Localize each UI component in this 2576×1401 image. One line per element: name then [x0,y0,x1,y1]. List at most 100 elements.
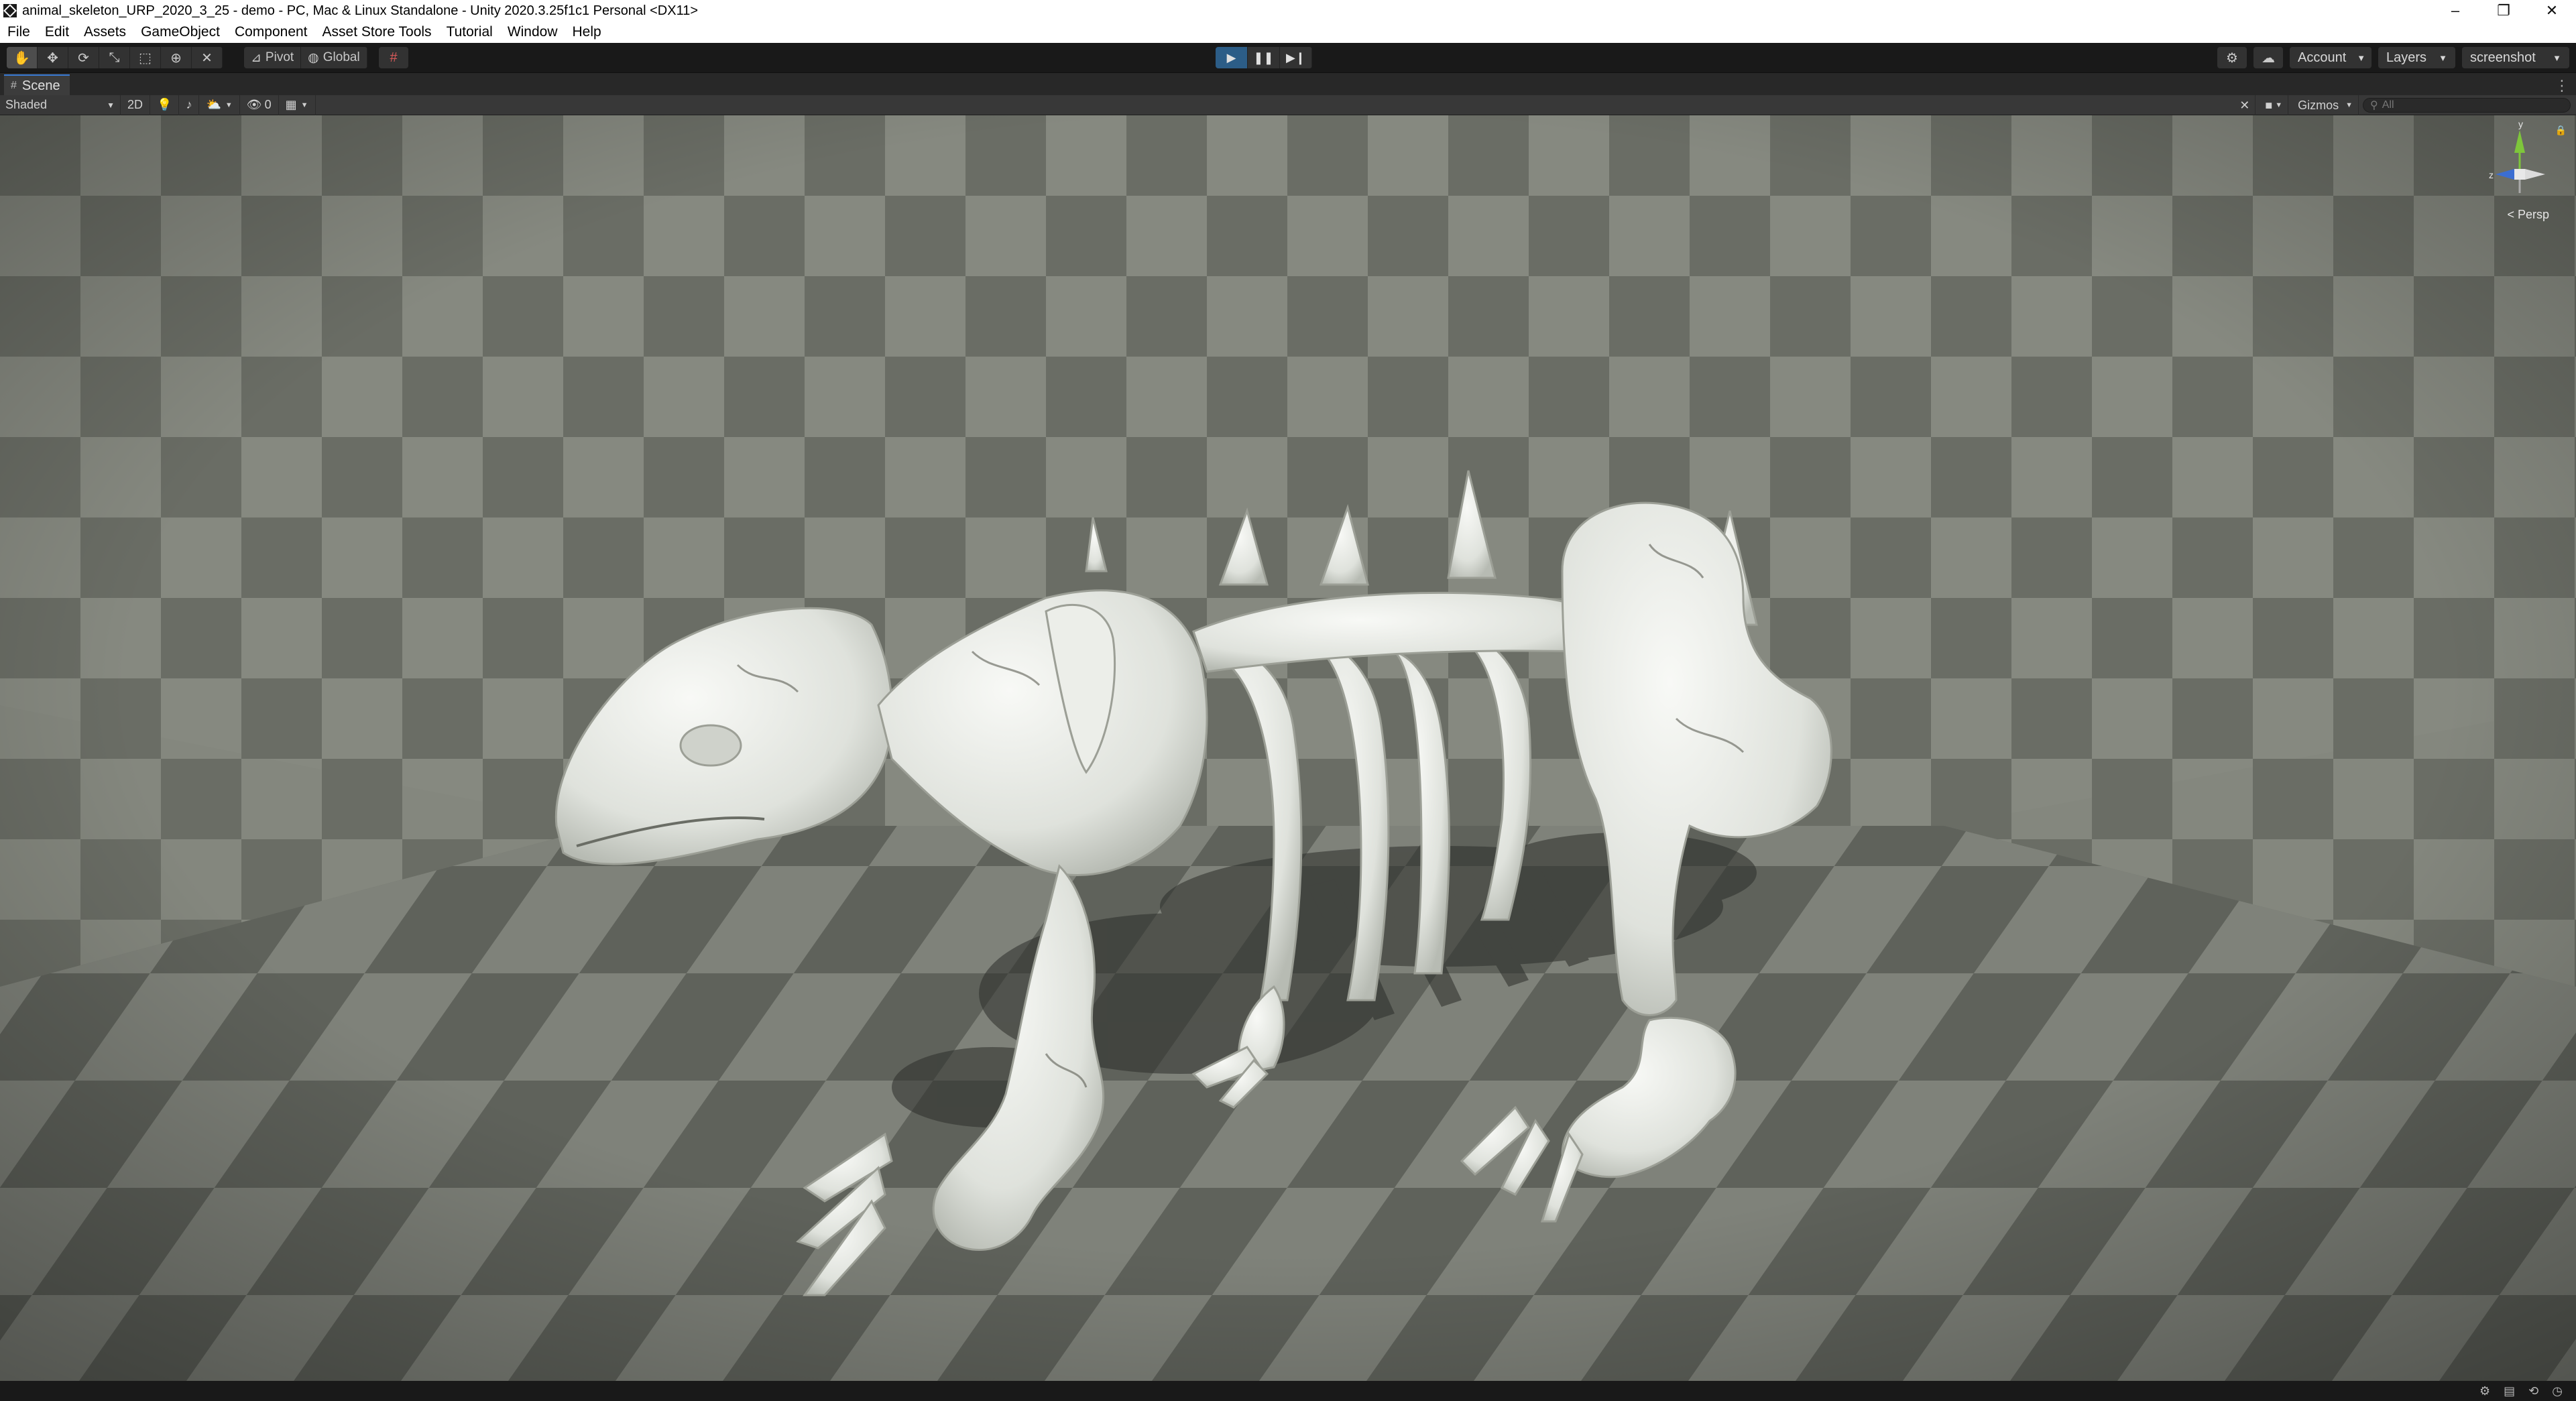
lighting-toggle[interactable]: 💡 [150,95,180,115]
transform-tool-icon: ⊕ [170,50,182,66]
collab-button[interactable]: ⚙ [2217,47,2247,68]
transform-tools: ✋ ✥ ⟳ ⤡ ⬚ ⊕ ✕ [7,47,223,68]
pivot-label: Pivot [265,50,294,64]
custom-tool-button[interactable]: ✕ [192,47,223,68]
play-button[interactable]: ▶ [1216,47,1248,68]
scene-render [0,115,2576,1381]
effects-dropdown[interactable]: ⛅ ▼ [199,95,240,115]
window-title: animal_skeleton_URP_2020_3_25 - demo - P… [22,3,699,18]
menu-help[interactable]: Help [565,24,609,40]
menu-edit[interactable]: Edit [38,24,76,40]
rect-tool-button[interactable]: ⬚ [130,47,161,68]
status-bar: ⚙ ▤ ⟲ ◷ [0,1381,2576,1401]
menu-assets[interactable]: Assets [76,24,133,40]
layers-dropdown[interactable]: Layers ▼ [2378,47,2455,68]
effects-icon: ⛅ [206,98,221,111]
cloud-icon: ☁ [2262,50,2275,66]
profiler-icon[interactable]: ▤ [2504,1384,2515,1398]
scene-viewport[interactable]: y z 🔒 < Persp [0,115,2576,1381]
account-label: Account [2298,50,2347,65]
chevron-down-icon: ▼ [2275,101,2283,109]
shading-mode-dropdown[interactable]: Shaded ▼ [0,95,121,115]
play-controls: ▶ ❚❚ ▶❙ [1216,47,1312,68]
tools-icon: ✕ [2239,98,2250,112]
menu-window[interactable]: Window [500,24,565,40]
search-placeholder: All [2382,99,2394,111]
chevron-down-icon: ▼ [107,100,115,110]
chevron-down-icon: ▼ [2345,101,2353,109]
minimize-button[interactable]: – [2431,0,2479,21]
scene-search-input[interactable]: ⚲ All [2363,98,2571,113]
gizmos-label: Gizmos [2298,98,2339,112]
rect-tool-icon: ⬚ [139,50,152,66]
tools-toggle[interactable]: ✕ [2234,95,2256,115]
hand-tool-icon: ✋ [13,50,30,66]
menu-gameobject[interactable]: GameObject [133,24,227,40]
cloud-button[interactable]: ☁ [2253,47,2283,68]
camera-icon: ■ [2265,98,2273,112]
menu-asset-store-tools[interactable]: Asset Store Tools [315,24,439,40]
main-toolbar: ✋ ✥ ⟳ ⤡ ⬚ ⊕ ✕ ⊿ Pivot ◍ Global # ▶ ❚❚ ▶❙ ⚙… [0,43,2576,72]
maximize-button[interactable]: ❐ [2479,0,2528,21]
global-toggle[interactable]: ◍ Global [301,47,367,68]
title-bar: animal_skeleton_URP_2020_3_25 - demo - P… [0,0,2576,21]
scene-view-toolbar: Shaded ▼ 2D 💡 ♪ ⛅ ▼ 👁 0 ▦ ▼ ✕ ■ ▼ Gizmos ▼ ⚲ … [0,95,2576,115]
pivot-toggles: ⊿ Pivot ◍ Global [244,47,367,68]
layers-label: Layers [2386,50,2427,65]
shading-mode-label: Shaded [5,98,48,111]
chevron-down-icon: ▼ [2439,52,2447,63]
window-controls: – ❐ ✕ [2431,0,2576,21]
hand-tool-button[interactable]: ✋ [7,47,38,68]
rotate-tool-icon: ⟳ [78,50,89,66]
tab-scene-label: Scene [21,78,60,93]
grid-icon: ▦ [285,98,297,111]
gizmo-z-label: z [2489,170,2494,180]
step-icon: ▶❙ [1286,50,1305,64]
menu-bar: File Edit Assets GameObject Component As… [0,21,2576,43]
hidden-objects-toggle[interactable]: 👁 0 [240,95,279,115]
2d-label: 2D [127,98,143,111]
layout-dropdown[interactable]: screenshot ▼ [2462,47,2569,68]
account-dropdown[interactable]: Account ▼ [2290,47,2372,68]
rotate-tool-button[interactable]: ⟳ [68,47,99,68]
panel-menu-icon[interactable]: ⋮ [2555,77,2569,95]
layout-label: screenshot [2470,50,2536,65]
chevron-down-icon: ▼ [2357,52,2366,63]
audio-toggle[interactable]: ♪ [179,95,200,115]
global-label: Global [323,50,360,64]
play-icon: ▶ [1226,50,1236,64]
pause-button[interactable]: ❚❚ [1248,47,1280,68]
menu-file[interactable]: File [0,24,38,40]
camera-dropdown[interactable]: ■ ▼ [2260,95,2289,115]
menu-tutorial[interactable]: Tutorial [439,24,500,40]
audio-icon: ♪ [186,98,192,111]
grid-snap-icon: # [390,50,398,65]
step-button[interactable]: ▶❙ [1280,47,1312,68]
search-icon: ⚲ [2370,100,2378,111]
grid-dropdown[interactable]: ▦ ▼ [279,95,316,115]
debug-icon[interactable]: ⚙ [2479,1384,2490,1398]
tab-scene[interactable]: # Scene [4,74,70,96]
chevron-down-icon: ▼ [300,101,308,109]
scale-tool-icon: ⤡ [109,50,120,65]
globe-icon: ◍ [308,50,319,65]
gizmos-dropdown[interactable]: Gizmos ▼ [2292,95,2359,115]
move-tool-icon: ✥ [47,50,58,66]
projection-label[interactable]: < Persp [2507,208,2549,222]
close-button[interactable]: ✕ [2528,0,2576,21]
collab-status-icon[interactable]: ⟲ [2528,1384,2538,1398]
light-bulb-icon: 💡 [157,98,172,111]
transform-tool-button[interactable]: ⊕ [161,47,192,68]
grid-snap-button[interactable]: # [379,47,408,68]
menu-component[interactable]: Component [227,24,315,40]
lock-icon[interactable]: 🔒 [2555,125,2567,136]
pivot-toggle[interactable]: ⊿ Pivot [244,47,302,68]
scale-tool-button[interactable]: ⤡ [99,47,130,68]
progress-icon[interactable]: ◷ [2552,1384,2563,1398]
move-tool-button[interactable]: ✥ [38,47,68,68]
unity-logo-icon [3,4,17,17]
2d-toggle[interactable]: 2D [121,95,151,115]
chevron-down-icon: ▼ [2553,52,2561,63]
gizmo-y-label: y [2518,121,2523,129]
orientation-gizmo[interactable]: y z [2475,121,2556,221]
